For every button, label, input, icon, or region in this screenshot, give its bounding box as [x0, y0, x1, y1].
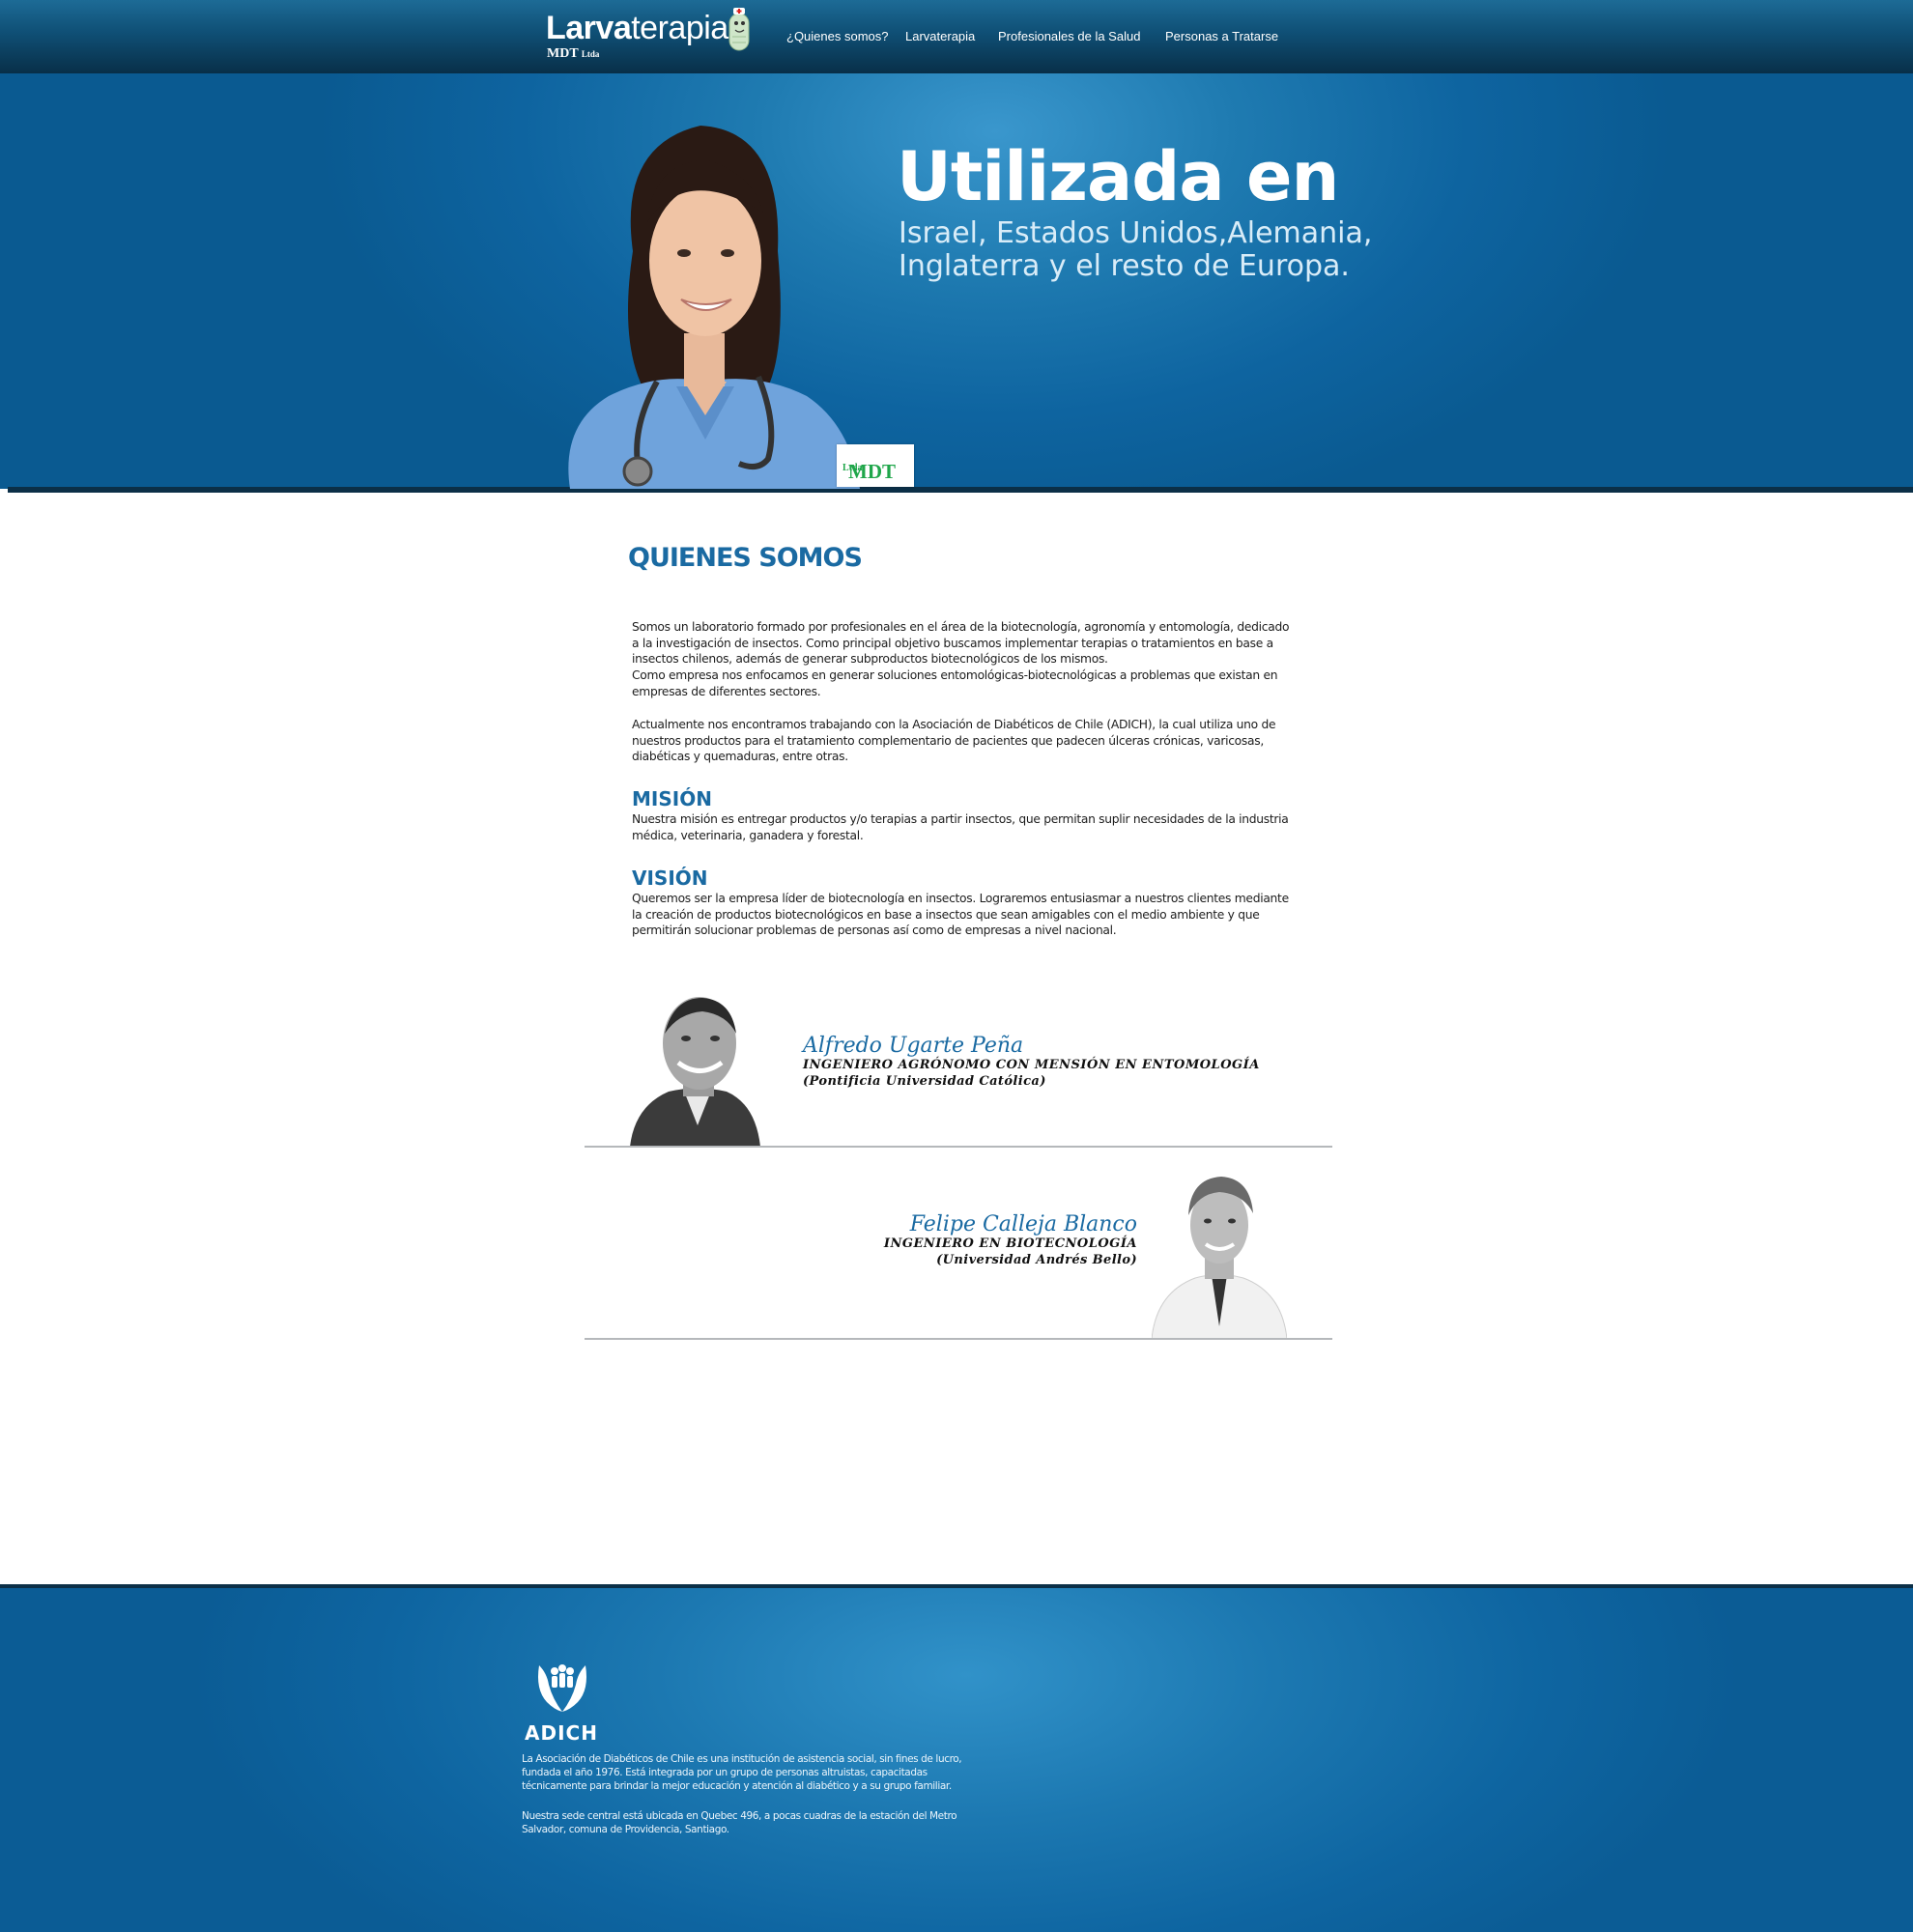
team-title-felipe: INGENIERO EN BIOTECNOLOGÍA [883, 1236, 1137, 1251]
nav-profesionales-salud[interactable]: Profesionales de la Salud [998, 29, 1140, 43]
team-title-alfredo: INGENIERO AGRÓNOMO CON MENSIÓN EN ENTOMO… [803, 1058, 1260, 1072]
adich-name: ADICH [525, 1721, 598, 1745]
adich-hands-icon [538, 1664, 586, 1712]
hero-bottom-shadow [8, 487, 1913, 493]
hero-title: Utilizada en [897, 137, 1339, 216]
logo-bold-text: Larva [546, 10, 632, 46]
team-name-felipe: Felipe Calleja Blanco [909, 1212, 1137, 1236]
logo-sub-text: MDT [547, 46, 579, 61]
vision-title: VISIÓN [632, 867, 708, 890]
about-paragraph-2: Como empresa nos enfocamos en generar so… [632, 668, 1278, 698]
team-university-felipe: (Universidad Andrés Bello) [936, 1253, 1137, 1267]
about-paragraph-1: Somos un laboratorio formado por profesi… [632, 620, 1290, 666]
nav-quienes-somos[interactable]: ¿Quienes somos? [786, 29, 889, 43]
hero-subtitle-line1: Israel, Estados Unidos,Alemania, [899, 216, 1373, 250]
larva-mascot-icon [728, 8, 750, 51]
team-name-alfredo: Alfredo Ugarte Peña [803, 1034, 1024, 1058]
nav-personas-tratarse[interactable]: Personas a Tratarse [1165, 29, 1278, 43]
logo-rest-text: terapia [631, 10, 728, 46]
logo-sub-small: Ltda [581, 49, 600, 59]
team-divider-1 [585, 1146, 1332, 1148]
mdt-badge: MDT Ltda [837, 444, 914, 487]
site-logo[interactable]: Larvaterapia [546, 10, 728, 47]
team-divider-2 [585, 1338, 1332, 1340]
mision-title: MISIÓN [632, 787, 712, 810]
mision-text: Nuestra misión es entregar productos y/o… [632, 812, 1289, 842]
footer-text-1: La Asociación de Diabéticos de Chile es … [522, 1753, 962, 1792]
vision-text: Queremos ser la empresa líder de biotecn… [632, 892, 1289, 937]
team-photo-felipe [1152, 1177, 1287, 1339]
hero-subtitle-line2: Inglaterra y el resto de Europa. [899, 249, 1350, 283]
nav-larvaterapia[interactable]: Larvaterapia [905, 29, 975, 43]
mdt-badge-text: MDT Ltda [842, 460, 896, 483]
footer-text-2: Nuestra sede central está ubicada en Que… [522, 1810, 957, 1835]
logo-subtitle: MDT Ltda [547, 46, 599, 62]
team-photo-alfredo [630, 997, 760, 1147]
top-navbar: Larvaterapia MDT Ltda ¿Quienes somos? La… [0, 0, 1913, 73]
about-paragraph-3: Actualmente nos encontramos trabajando c… [632, 718, 1276, 763]
about-title: QUIENES SOMOS [628, 543, 863, 573]
nurse-photo [568, 126, 860, 489]
team-university-alfredo: (Pontificia Universidad Católica) [803, 1074, 1046, 1089]
